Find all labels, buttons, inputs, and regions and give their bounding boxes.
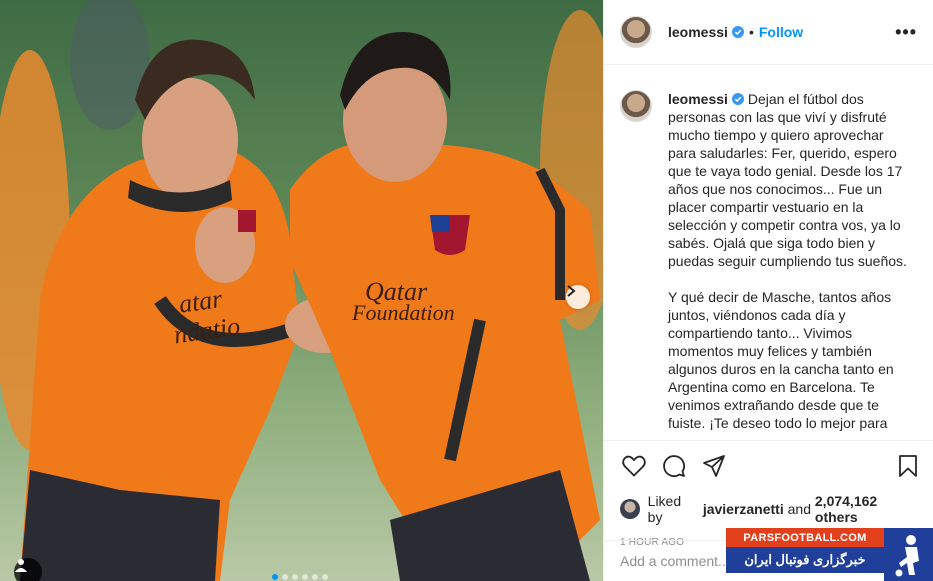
post-header: leomessi • Follow ••• — [604, 0, 933, 65]
carousel-indicator — [272, 574, 328, 580]
caption-text: leomessi Dejan el fútbol dos personas co… — [668, 90, 915, 440]
likes-and: and — [787, 501, 811, 517]
chevron-right-icon — [567, 285, 576, 297]
share-button[interactable] — [700, 452, 728, 480]
author-avatar[interactable] — [620, 16, 652, 48]
post-side-panel: leomessi • Follow ••• leomessi Dejan el … — [603, 0, 933, 581]
likes-prefix: Liked by — [647, 493, 682, 525]
jersey-sponsor-line2: Foundation — [351, 300, 455, 325]
heart-icon — [622, 455, 646, 477]
bookmark-icon — [899, 455, 917, 477]
action-icons-row — [620, 451, 922, 481]
caption-author-avatar[interactable] — [620, 90, 652, 122]
caption-body-1: Dejan el fútbol dos personas con las que… — [668, 91, 907, 269]
user-tag-icon — [15, 559, 27, 572]
next-photo-button[interactable] — [566, 285, 590, 309]
likes-count[interactable]: 2,074,162 others — [815, 493, 922, 525]
footballer-logo-icon — [895, 534, 919, 576]
carousel-dot — [312, 574, 318, 580]
verified-badge-icon — [731, 93, 744, 105]
caption-paragraph-1: leomessi Dejan el fútbol dos personas co… — [668, 90, 915, 270]
caption-paragraph-2: Y qué decir de Masche, tantos años junto… — [668, 289, 897, 431]
caption-section: leomessi Dejan el fútbol dos personas co… — [604, 66, 933, 440]
share-icon — [703, 455, 725, 477]
carousel-dot — [272, 574, 278, 580]
liker-avatar[interactable] — [620, 499, 640, 519]
background-figure — [70, 0, 150, 130]
like-button[interactable] — [620, 452, 648, 480]
watermark-site-name: PARSFOOTBALL.COM — [726, 528, 884, 547]
watermark-tagline: خبرگزاری فوتبال ایران — [726, 547, 884, 573]
post-photo[interactable]: atar ndatio Qatar Foundation — [0, 0, 603, 581]
comment-icon — [663, 455, 685, 477]
carousel-dot — [302, 574, 308, 580]
watermark-logo — [884, 528, 933, 581]
club-crest-left — [238, 210, 256, 232]
tagged-users-button[interactable] — [14, 558, 42, 581]
save-button[interactable] — [894, 452, 922, 480]
verified-badge-icon — [731, 26, 744, 38]
carousel-dot — [292, 574, 298, 580]
liker-username[interactable]: javierzanetti — [703, 501, 784, 517]
author-username[interactable]: leomessi — [668, 24, 728, 40]
comment-button[interactable] — [660, 452, 688, 480]
carousel-dot — [322, 574, 328, 580]
carousel-dot — [282, 574, 288, 580]
more-options-icon[interactable]: ••• — [895, 22, 917, 43]
photo-illustration: atar ndatio Qatar Foundation — [0, 0, 603, 581]
header-separator: • — [748, 24, 754, 40]
caption-username[interactable]: leomessi — [668, 91, 728, 107]
follow-button[interactable]: Follow — [759, 24, 803, 40]
site-watermark: PARSFOOTBALL.COM خبرگزاری فوتبال ایران — [726, 528, 933, 581]
likes-summary: Liked by javierzanetti and 2,074,162 oth… — [620, 493, 922, 525]
